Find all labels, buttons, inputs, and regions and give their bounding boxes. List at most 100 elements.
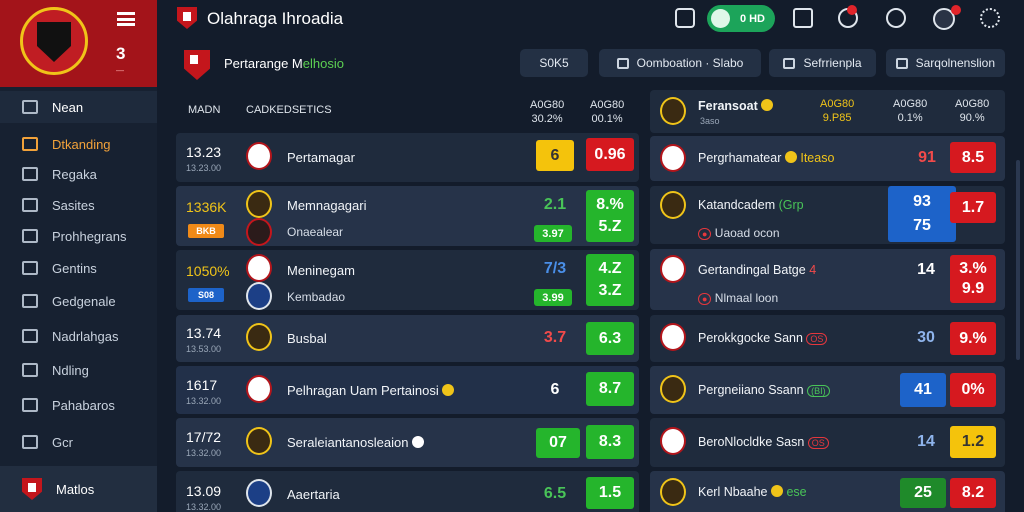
team-name: Busbal bbox=[287, 331, 327, 346]
team-crest-icon bbox=[660, 97, 686, 125]
team-name: Nlmaal loon bbox=[714, 291, 779, 305]
odds-button-stack[interactable]: 93 75 bbox=[888, 186, 956, 242]
sidebar-item-gentins[interactable]: Gentins bbox=[0, 252, 157, 284]
team-name: Memnagagari bbox=[287, 198, 367, 213]
odds-button[interactable]: 07 bbox=[536, 428, 580, 458]
match-row[interactable]: 13.23 13.23.00 Pertamagar 6 0.96 bbox=[176, 133, 639, 182]
sidebar-item-gcr[interactable]: Gcr bbox=[0, 426, 157, 458]
grid-icon bbox=[22, 261, 38, 275]
team-tag: OS bbox=[806, 333, 828, 345]
odds-value: 3.% bbox=[959, 260, 987, 277]
odds-button-stack[interactable]: 8.% 5.Z bbox=[586, 190, 634, 242]
sidebar-item-ndling[interactable]: Ndling bbox=[0, 354, 157, 386]
loading-icon[interactable] bbox=[980, 8, 1000, 28]
sidebar-item-dashboard[interactable]: Dtkanding bbox=[0, 128, 157, 160]
odds-button[interactable]: 9.% bbox=[950, 322, 996, 355]
team-crest-icon bbox=[660, 191, 686, 219]
team-name: Kembadao bbox=[287, 290, 346, 304]
featured-match-row[interactable]: BeroNlocldke Sasn OS 14 1.2 bbox=[650, 418, 1005, 467]
odds-button[interactable]: 1.2 bbox=[950, 426, 996, 458]
featured-col-3: A0G80 90.% bbox=[955, 97, 989, 125]
header-line: 0.1% bbox=[897, 112, 923, 124]
match-row[interactable]: 1617 13.32.00 Pelhragan Uam Pertainosi 6… bbox=[176, 366, 639, 414]
team-crest-icon bbox=[660, 144, 686, 172]
header-line: 90.% bbox=[959, 112, 985, 124]
odds-value[interactable]: 7/3 bbox=[536, 258, 574, 280]
featured-match-row[interactable]: Katandcadem (Grp ● Uaoad ocon 93 75 1.7 bbox=[650, 186, 1005, 244]
sidebar-item-label: Pahabaros bbox=[52, 397, 115, 413]
odds-button-stack[interactable]: 4.Z 3.Z bbox=[586, 254, 634, 306]
odds-button[interactable]: 6 bbox=[536, 140, 574, 171]
scrollbar[interactable] bbox=[1016, 160, 1020, 360]
team-crest-icon bbox=[660, 375, 686, 403]
featured-match-row[interactable]: Gertandingal Batge 4 ● Nlmaal loon 14 3.… bbox=[650, 249, 1005, 310]
notification-count: 3 bbox=[116, 44, 126, 63]
sidebar-footer-matches[interactable]: Matlos bbox=[0, 466, 157, 512]
odds-value[interactable]: 6 bbox=[536, 376, 574, 404]
match-row[interactable]: 1050% S08 Meninegam Kembadao 7/3 3.99 4.… bbox=[176, 250, 639, 310]
odds-button[interactable]: 6.3 bbox=[586, 322, 634, 355]
odds-button[interactable]: 1.5 bbox=[586, 477, 634, 509]
team-crest-icon bbox=[246, 375, 272, 403]
filter-chip-preferences[interactable]: Sefrrienpla bbox=[769, 49, 876, 77]
header-line: A0G80 bbox=[955, 98, 990, 110]
sidebar-item-sasites[interactable]: Sasites bbox=[0, 189, 157, 221]
sidebar-item-home[interactable]: Nean bbox=[0, 91, 157, 123]
live-toggle[interactable]: 0 HD bbox=[707, 5, 775, 32]
team-crest-icon bbox=[660, 427, 686, 455]
team-name: Seraleiantanosleaion bbox=[287, 435, 409, 450]
users-icon[interactable] bbox=[675, 8, 695, 28]
sidebar-item-gedgenale[interactable]: Gedgenale bbox=[0, 285, 157, 317]
sidebar-item-label: Gcr bbox=[52, 434, 73, 450]
match-date: 13.32.00 bbox=[186, 448, 222, 458]
info-icon bbox=[412, 436, 425, 448]
odds-button[interactable]: 8.5 bbox=[950, 142, 996, 173]
filter-chip-combination[interactable]: Oomboation · Slabo bbox=[599, 49, 761, 77]
match-row[interactable]: 1336K BKB Memnagagari Onaealear 2.1 3.97… bbox=[176, 186, 639, 246]
filter-chip-1[interactable]: S0K5 bbox=[520, 49, 588, 77]
toggle-knob bbox=[711, 9, 730, 28]
match-row[interactable]: 13.74 13.53.00 Busbal 3.7 6.3 bbox=[176, 315, 639, 362]
featured-match-row[interactable]: Pergrhamatear Iteaso 91 8.5 bbox=[650, 136, 1005, 181]
share-icon[interactable] bbox=[793, 8, 813, 28]
match-date: 13.32.00 bbox=[186, 502, 222, 512]
odds-value[interactable]: 14 bbox=[908, 428, 944, 456]
odds-button[interactable]: 8.2 bbox=[950, 478, 996, 508]
odds-button-stack[interactable]: 3.% 9.9 bbox=[950, 255, 996, 303]
sidebar: 3 — Nean Dtkanding Regaka Sasites Prohhe… bbox=[0, 0, 157, 512]
odds-value[interactable]: 14 bbox=[908, 257, 944, 283]
featured-match-row[interactable]: Perokkgocke Sann OS 30 9.% bbox=[650, 315, 1005, 362]
menu-icon[interactable] bbox=[117, 12, 135, 26]
match-row[interactable]: 13.09 13.32.00 Aaertaria 6.5 1.5 bbox=[176, 471, 639, 512]
match-time: 13.23 bbox=[186, 144, 222, 160]
odds-button[interactable]: 3.99 bbox=[534, 289, 572, 306]
clock-icon[interactable] bbox=[886, 8, 906, 28]
odds-button[interactable]: 25 bbox=[900, 478, 946, 508]
house-icon bbox=[22, 435, 38, 449]
odds-button[interactable]: 8.7 bbox=[586, 372, 634, 406]
featured-match-row[interactable]: Kerl Nbaahe ese 25 8.2 bbox=[650, 471, 1005, 512]
odds-value[interactable]: 3.7 bbox=[536, 324, 574, 352]
featured-match-row[interactable]: Pergneiiano Ssann (BI) 41 0% bbox=[650, 366, 1005, 414]
odds-value[interactable]: 91 bbox=[912, 144, 942, 172]
filter-chip-settings[interactable]: Sarqolnenslion bbox=[886, 49, 1005, 77]
odds-button[interactable]: 3.97 bbox=[534, 225, 572, 242]
inbox-icon bbox=[22, 137, 38, 151]
odds-button[interactable]: 41 bbox=[900, 373, 946, 407]
odds-value[interactable]: 6.5 bbox=[536, 480, 574, 508]
header-line: 30.2% bbox=[531, 113, 563, 125]
sidebar-item-nadrlahgas[interactable]: Nadrlahgas bbox=[0, 320, 157, 352]
odds-button[interactable]: 8.3 bbox=[586, 425, 634, 459]
odds-button[interactable]: 0% bbox=[950, 373, 996, 407]
team-name-wrap: ● Nlmaal loon bbox=[698, 291, 778, 305]
odds-button[interactable]: 1.7 bbox=[950, 192, 996, 223]
column-header-odds2: A0G80 00.1% bbox=[590, 98, 624, 126]
sidebar-item-pahabaros[interactable]: Pahabaros bbox=[0, 389, 157, 421]
match-time: 1336K bbox=[186, 199, 227, 215]
odds-value[interactable]: 2.1 bbox=[536, 194, 574, 216]
odds-value[interactable]: 30 bbox=[908, 324, 944, 352]
match-row[interactable]: 17/72 13.32.00 Seraleiantanosleaion 07 8… bbox=[176, 418, 639, 467]
sidebar-item-programs[interactable]: Prohhegrans bbox=[0, 220, 157, 252]
sidebar-item-regaka[interactable]: Regaka bbox=[0, 158, 157, 190]
odds-button[interactable]: 0.96 bbox=[586, 138, 634, 171]
